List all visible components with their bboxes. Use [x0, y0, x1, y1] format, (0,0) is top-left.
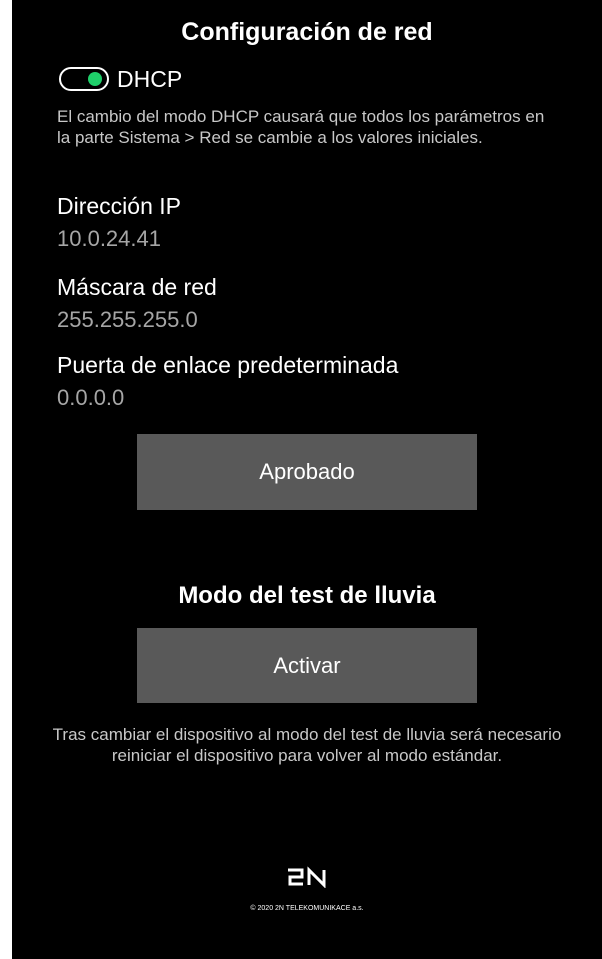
gateway-value: 0.0.0.0: [57, 385, 125, 410]
dhcp-row: DHCP: [59, 64, 182, 94]
rain-test-title: Modo del test de lluvia: [178, 582, 436, 609]
dhcp-label: DHCP: [117, 65, 183, 92]
dhcp-toggle[interactable]: [59, 67, 109, 91]
2n-logo: [12, 866, 602, 893]
ip-value: 10.0.24.41: [57, 226, 161, 251]
approve-button[interactable]: Aprobado: [137, 434, 477, 510]
gateway-label: Puerta de enlace predeterminada: [57, 352, 399, 378]
device-screen: Configuración de red DHCP El cambio del …: [12, 0, 602, 959]
copyright-text: © 2020 2N TELEKOMUNIKACE a.s.: [250, 905, 364, 912]
page-title: Configuración de red: [181, 18, 433, 46]
rain-test-note: Tras cambiar el dispositivo al modo del …: [52, 725, 562, 765]
mask-value: 255.255.255.0: [57, 307, 198, 332]
toggle-knob: [88, 72, 102, 86]
mask-label: Máscara de red: [57, 274, 217, 300]
activate-button[interactable]: Activar: [137, 628, 477, 703]
dhcp-description: El cambio del modo DHCP causará que todo…: [57, 107, 545, 147]
ip-label: Dirección IP: [57, 193, 181, 219]
